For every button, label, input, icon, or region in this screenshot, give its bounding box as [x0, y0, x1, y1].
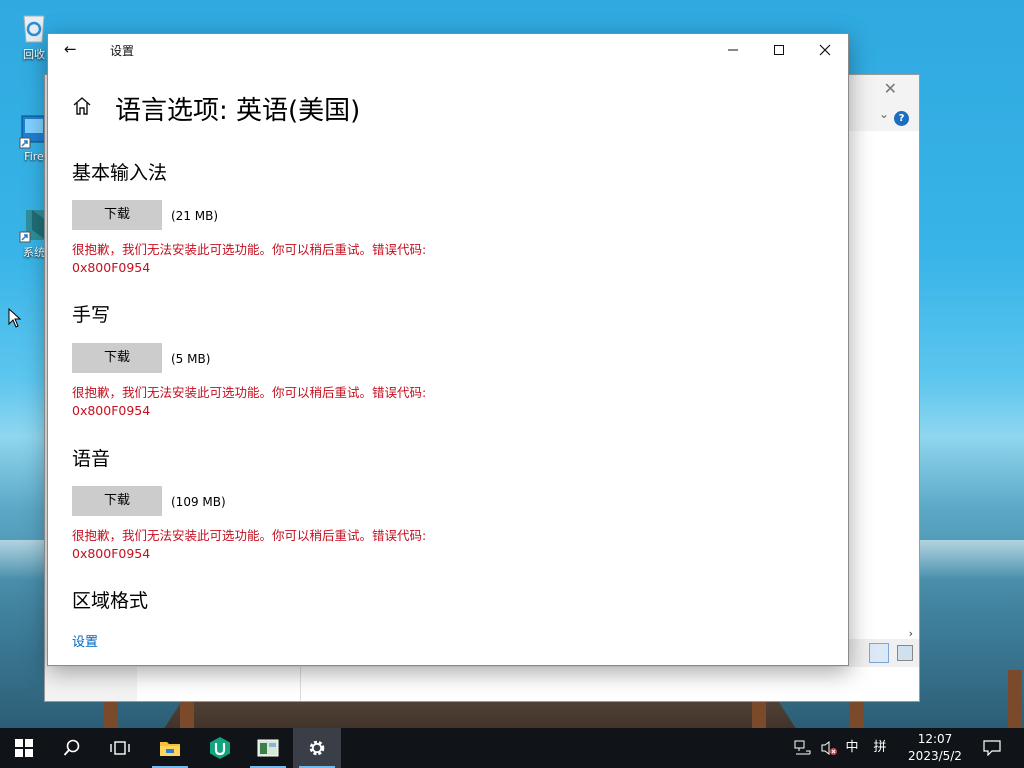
home-icon[interactable] [70, 94, 94, 118]
u-app-icon [210, 737, 230, 759]
help-icon[interactable]: ? [894, 111, 909, 126]
action-center-button[interactable] [980, 728, 1004, 768]
section-heading-handwriting: 手写 [72, 304, 111, 326]
clock[interactable]: 12:07 2023/5/2 [900, 731, 970, 765]
close-icon [819, 44, 831, 56]
section-heading-region-format: 区域格式 [72, 590, 149, 612]
task-view-button[interactable] [96, 728, 144, 768]
error-text: 很抱歉，我们无法安装此可选功能。你可以稍后重试。错误代码: [72, 385, 427, 400]
control-panel-icon [257, 739, 279, 757]
error-code: 0x800F0954 [72, 403, 151, 418]
download-handwriting-button[interactable]: 下载 [72, 343, 162, 373]
download-basic-input-button[interactable]: 下载 [72, 200, 162, 230]
taskbar: 中 拼 12:07 2023/5/2 [0, 728, 1024, 768]
wallpaper-post [1008, 670, 1022, 728]
error-text: 很抱歉，我们无法安装此可选功能。你可以稍后重试。错误代码: [72, 242, 427, 257]
folder-icon [160, 742, 180, 756]
ime-layout-indicator[interactable]: 拼 [870, 728, 890, 768]
error-message: 很抱歉，我们无法安装此可选功能。你可以稍后重试。错误代码: 0x800F0954 [72, 527, 502, 563]
minimize-icon [728, 49, 738, 51]
details-view-icon[interactable] [869, 643, 889, 663]
download-size: (109 MB) [171, 495, 226, 509]
notification-icon [983, 740, 1001, 757]
maximize-icon [774, 45, 784, 55]
page-title: 语言选项: 英语(美国) [115, 96, 361, 126]
download-size: (5 MB) [171, 352, 211, 366]
maximize-button[interactable] [756, 34, 802, 66]
section-heading-basic-input: 基本输入法 [72, 162, 168, 184]
download-size: (21 MB) [171, 209, 219, 223]
settings-window[interactable]: ← 设置 语言选项: 英语(美国) 基本输入法 下载 (21 MB) 很抱歉，我… [47, 33, 849, 666]
error-text: 很抱歉，我们无法安装此可选功能。你可以稍后重试。错误代码: [72, 528, 427, 543]
windows-logo-icon [15, 739, 33, 757]
error-code: 0x800F0954 [72, 546, 151, 561]
close-icon[interactable]: ✕ [884, 79, 897, 98]
error-message: 很抱歉，我们无法安装此可选功能。你可以稍后重试。错误代码: 0x800F0954 [72, 241, 502, 277]
large-icons-view-icon[interactable] [897, 645, 913, 661]
chevron-right-icon[interactable]: › [909, 627, 913, 640]
volume-muted-icon[interactable] [818, 728, 840, 768]
start-button[interactable] [0, 728, 48, 768]
wallpaper-post [180, 700, 194, 728]
taskbar-file-explorer[interactable] [146, 728, 194, 768]
taskbar-control-panel[interactable] [244, 728, 292, 768]
window-title: 设置 [110, 44, 135, 58]
title-bar: ← 设置 [48, 34, 848, 66]
explorer-nav-pane [137, 667, 301, 701]
taskbar-settings[interactable] [293, 728, 341, 768]
wallpaper-post [752, 700, 766, 728]
wallpaper-post [850, 700, 864, 728]
network-icon[interactable] [792, 728, 814, 768]
clock-time: 12:07 [917, 732, 953, 746]
mouse-cursor-icon [8, 308, 22, 328]
error-message: 很抱歉，我们无法安装此可选功能。你可以稍后重试。错误代码: 0x800F0954 [72, 384, 502, 420]
error-code: 0x800F0954 [72, 260, 151, 275]
clock-date: 2023/5/2 [908, 749, 962, 763]
chevron-down-icon[interactable]: ⌄ [879, 107, 889, 121]
task-view-icon [110, 741, 130, 755]
gear-icon [309, 740, 325, 756]
region-settings-link[interactable]: 设置 [72, 631, 98, 650]
close-button[interactable] [802, 34, 848, 66]
minimize-button[interactable] [710, 34, 756, 66]
search-icon [63, 739, 80, 756]
search-button[interactable] [48, 728, 96, 768]
back-arrow-icon[interactable]: ← [64, 40, 77, 58]
ime-mode-indicator[interactable]: 中 [842, 728, 862, 768]
download-speech-button[interactable]: 下载 [72, 486, 162, 516]
taskbar-u-app[interactable] [196, 728, 244, 768]
section-heading-speech: 语音 [72, 448, 111, 470]
